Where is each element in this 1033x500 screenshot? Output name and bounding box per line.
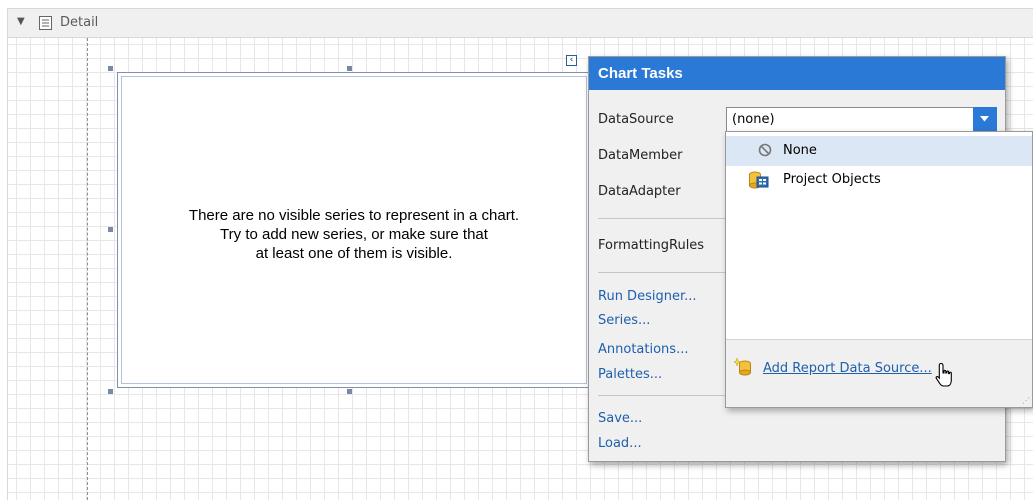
datasource-dropdown-button[interactable] xyxy=(973,107,997,132)
datamember-label: DataMember xyxy=(598,148,683,163)
empty-chart-message-line-2: Try to add new series, or make sure that xyxy=(220,226,488,243)
empty-chart-message: There are no visible series to represent… xyxy=(118,206,590,263)
detail-band-header[interactable]: ▼ Detail xyxy=(7,8,1033,38)
none-icon xyxy=(758,143,772,157)
chevron-down-icon xyxy=(980,116,989,122)
empty-chart-message-line-1: There are no visible series to represent… xyxy=(188,207,520,224)
datasource-label: DataSource xyxy=(598,112,674,127)
dropdown-item-project-objects[interactable]: Project Objects xyxy=(726,166,1032,196)
separator xyxy=(598,272,725,273)
resize-grip-icon[interactable]: ⋰ xyxy=(1022,396,1030,405)
empty-chart-message-line-3: at least one of them is visible. xyxy=(255,245,453,262)
chart-control[interactable]: There are no visible series to represent… xyxy=(117,72,591,388)
resize-handle-bottom-left[interactable] xyxy=(108,389,113,394)
chart-tasks-title: Chart Tasks xyxy=(598,65,683,82)
save-link[interactable]: Save... xyxy=(598,411,642,426)
hand-cursor-icon xyxy=(935,362,952,387)
smart-tag-collapse-icon[interactable]: ‹ xyxy=(566,55,577,66)
load-link[interactable]: Load... xyxy=(598,436,642,451)
left-margin-guide xyxy=(87,38,88,500)
dropdown-item-none[interactable]: None xyxy=(726,136,1032,166)
add-data-source-icon xyxy=(734,358,751,376)
dataadapter-label: DataAdapter xyxy=(598,184,681,199)
resize-handle-top-center[interactable] xyxy=(347,66,352,71)
detail-band-icon xyxy=(39,16,52,30)
resize-handle-top-left[interactable] xyxy=(108,66,113,71)
dropdown-footer: Add Report Data Source... ⋰ xyxy=(726,339,1032,407)
run-designer-link[interactable]: Run Designer... xyxy=(598,289,697,304)
formattingrules-label: FormattingRules xyxy=(598,238,705,253)
band-title: Detail xyxy=(60,15,99,30)
project-objects-icon xyxy=(749,171,769,189)
annotations-link[interactable]: Annotations... xyxy=(598,342,688,357)
collapse-arrow-icon[interactable]: ▼ xyxy=(17,16,25,27)
resize-handle-bottom-center[interactable] xyxy=(347,389,352,394)
datasource-dropdown-list: None Project Objects Add Report Data Sou… xyxy=(725,131,1033,408)
chart-tasks-header: Chart Tasks xyxy=(589,57,1005,90)
separator xyxy=(598,395,725,396)
series-link[interactable]: Series... xyxy=(598,313,650,328)
palettes-link[interactable]: Palettes... xyxy=(598,367,662,382)
datasource-value: (none) xyxy=(732,112,775,127)
dropdown-item-label: None xyxy=(783,143,817,158)
add-report-data-source-link[interactable]: Add Report Data Source... xyxy=(763,361,932,376)
resize-handle-middle-left[interactable] xyxy=(108,227,113,232)
dropdown-item-label: Project Objects xyxy=(783,172,881,187)
datasource-combobox[interactable]: (none) xyxy=(726,107,997,132)
separator xyxy=(598,218,725,219)
